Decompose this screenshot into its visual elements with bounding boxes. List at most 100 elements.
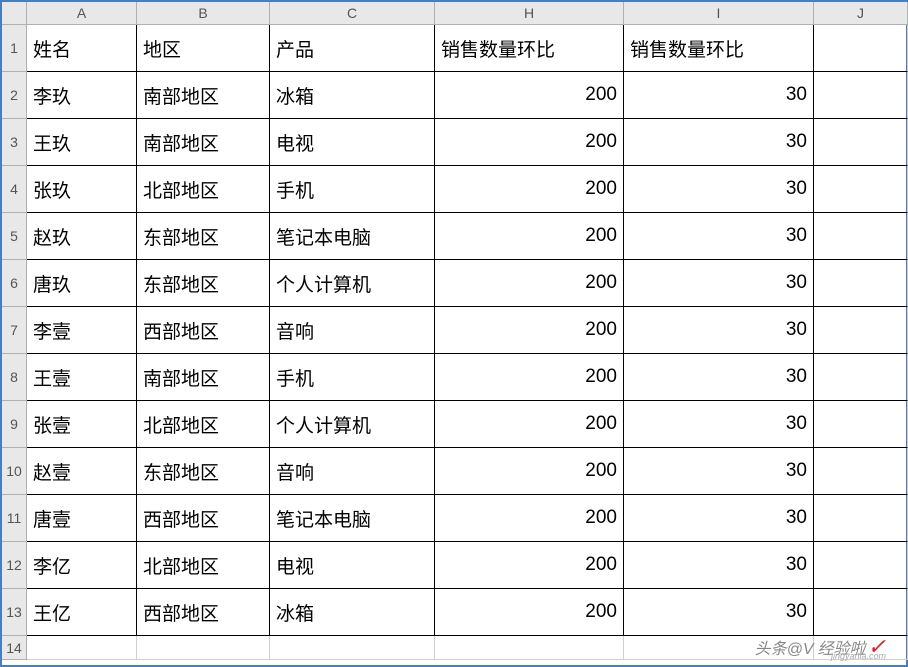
col-header-b[interactable]: B (137, 2, 270, 25)
cell-j13[interactable] (814, 589, 908, 636)
cell-b7[interactable]: 西部地区 (137, 307, 270, 354)
row-header-1[interactable]: 1 (2, 25, 27, 72)
cell-a12[interactable]: 李亿 (27, 542, 137, 589)
cell-i12[interactable]: 30 (624, 542, 814, 589)
cell-c10[interactable]: 音响 (270, 448, 435, 495)
cell-c9[interactable]: 个人计算机 (270, 401, 435, 448)
cell-j3[interactable] (814, 119, 908, 166)
row-header-14[interactable]: 14 (2, 636, 27, 660)
cell-b2[interactable]: 南部地区 (137, 72, 270, 119)
cell-j10[interactable] (814, 448, 908, 495)
cell-h9[interactable]: 200 (435, 401, 624, 448)
cell-c6[interactable]: 个人计算机 (270, 260, 435, 307)
cell-a5[interactable]: 赵玖 (27, 213, 137, 260)
row-header-4[interactable]: 4 (2, 166, 27, 213)
cell-b4[interactable]: 北部地区 (137, 166, 270, 213)
cell-j7[interactable] (814, 307, 908, 354)
cell-b10[interactable]: 东部地区 (137, 448, 270, 495)
row-header-13[interactable]: 13 (2, 589, 27, 636)
cell-b1[interactable]: 地区 (137, 25, 270, 72)
cell-c5[interactable]: 笔记本电脑 (270, 213, 435, 260)
cell-c8[interactable]: 手机 (270, 354, 435, 401)
row-header-12[interactable]: 12 (2, 542, 27, 589)
corner-cell[interactable] (2, 2, 27, 25)
cell-h14[interactable] (435, 636, 624, 660)
cell-h13[interactable]: 200 (435, 589, 624, 636)
cell-i5[interactable]: 30 (624, 213, 814, 260)
cell-h2[interactable]: 200 (435, 72, 624, 119)
cell-j4[interactable] (814, 166, 908, 213)
cell-b14[interactable] (137, 636, 270, 660)
cell-a11[interactable]: 唐壹 (27, 495, 137, 542)
cell-a9[interactable]: 张壹 (27, 401, 137, 448)
cell-i11[interactable]: 30 (624, 495, 814, 542)
cell-h8[interactable]: 200 (435, 354, 624, 401)
cell-i2[interactable]: 30 (624, 72, 814, 119)
cell-b12[interactable]: 北部地区 (137, 542, 270, 589)
cell-b3[interactable]: 南部地区 (137, 119, 270, 166)
cell-i6[interactable]: 30 (624, 260, 814, 307)
cell-i1[interactable]: 销售数量环比 (624, 25, 814, 72)
cell-j5[interactable] (814, 213, 908, 260)
col-header-j[interactable]: J (814, 2, 908, 25)
cell-b13[interactable]: 西部地区 (137, 589, 270, 636)
cell-a4[interactable]: 张玖 (27, 166, 137, 213)
cell-c13[interactable]: 冰箱 (270, 589, 435, 636)
cell-h12[interactable]: 200 (435, 542, 624, 589)
cell-i7[interactable]: 30 (624, 307, 814, 354)
cell-c11[interactable]: 笔记本电脑 (270, 495, 435, 542)
cell-a7[interactable]: 李壹 (27, 307, 137, 354)
cell-a3[interactable]: 王玖 (27, 119, 137, 166)
cell-a1[interactable]: 姓名 (27, 25, 137, 72)
cell-h5[interactable]: 200 (435, 213, 624, 260)
row-header-10[interactable]: 10 (2, 448, 27, 495)
cell-i13[interactable]: 30 (624, 589, 814, 636)
cell-h6[interactable]: 200 (435, 260, 624, 307)
cell-h10[interactable]: 200 (435, 448, 624, 495)
cell-b11[interactable]: 西部地区 (137, 495, 270, 542)
cell-j6[interactable] (814, 260, 908, 307)
col-header-h[interactable]: H (435, 2, 624, 25)
cell-b8[interactable]: 南部地区 (137, 354, 270, 401)
cell-j12[interactable] (814, 542, 908, 589)
cell-a14[interactable] (27, 636, 137, 660)
cell-c4[interactable]: 手机 (270, 166, 435, 213)
cell-j11[interactable] (814, 495, 908, 542)
cell-i8[interactable]: 30 (624, 354, 814, 401)
cell-b5[interactable]: 东部地区 (137, 213, 270, 260)
col-header-a[interactable]: A (27, 2, 137, 25)
cell-i3[interactable]: 30 (624, 119, 814, 166)
spreadsheet-grid[interactable]: A B C H I J 1 姓名 地区 产品 销售数量环比 销售数量环比 2 李… (2, 2, 906, 660)
row-header-6[interactable]: 6 (2, 260, 27, 307)
cell-a10[interactable]: 赵壹 (27, 448, 137, 495)
col-header-c[interactable]: C (270, 2, 435, 25)
cell-i10[interactable]: 30 (624, 448, 814, 495)
cell-h11[interactable]: 200 (435, 495, 624, 542)
cell-a8[interactable]: 王壹 (27, 354, 137, 401)
cell-h4[interactable]: 200 (435, 166, 624, 213)
row-header-8[interactable]: 8 (2, 354, 27, 401)
cell-c1[interactable]: 产品 (270, 25, 435, 72)
cell-h7[interactable]: 200 (435, 307, 624, 354)
cell-j9[interactable] (814, 401, 908, 448)
row-header-2[interactable]: 2 (2, 72, 27, 119)
cell-c12[interactable]: 电视 (270, 542, 435, 589)
cell-a6[interactable]: 唐玖 (27, 260, 137, 307)
cell-j2[interactable] (814, 72, 908, 119)
row-header-11[interactable]: 11 (2, 495, 27, 542)
cell-j8[interactable] (814, 354, 908, 401)
row-header-7[interactable]: 7 (2, 307, 27, 354)
cell-b9[interactable]: 北部地区 (137, 401, 270, 448)
col-header-i[interactable]: I (624, 2, 814, 25)
cell-a13[interactable]: 王亿 (27, 589, 137, 636)
cell-h3[interactable]: 200 (435, 119, 624, 166)
row-header-9[interactable]: 9 (2, 401, 27, 448)
cell-b6[interactable]: 东部地区 (137, 260, 270, 307)
row-header-3[interactable]: 3 (2, 119, 27, 166)
cell-c7[interactable]: 音响 (270, 307, 435, 354)
cell-h1[interactable]: 销售数量环比 (435, 25, 624, 72)
cell-i4[interactable]: 30 (624, 166, 814, 213)
cell-c2[interactable]: 冰箱 (270, 72, 435, 119)
cell-i9[interactable]: 30 (624, 401, 814, 448)
row-header-5[interactable]: 5 (2, 213, 27, 260)
